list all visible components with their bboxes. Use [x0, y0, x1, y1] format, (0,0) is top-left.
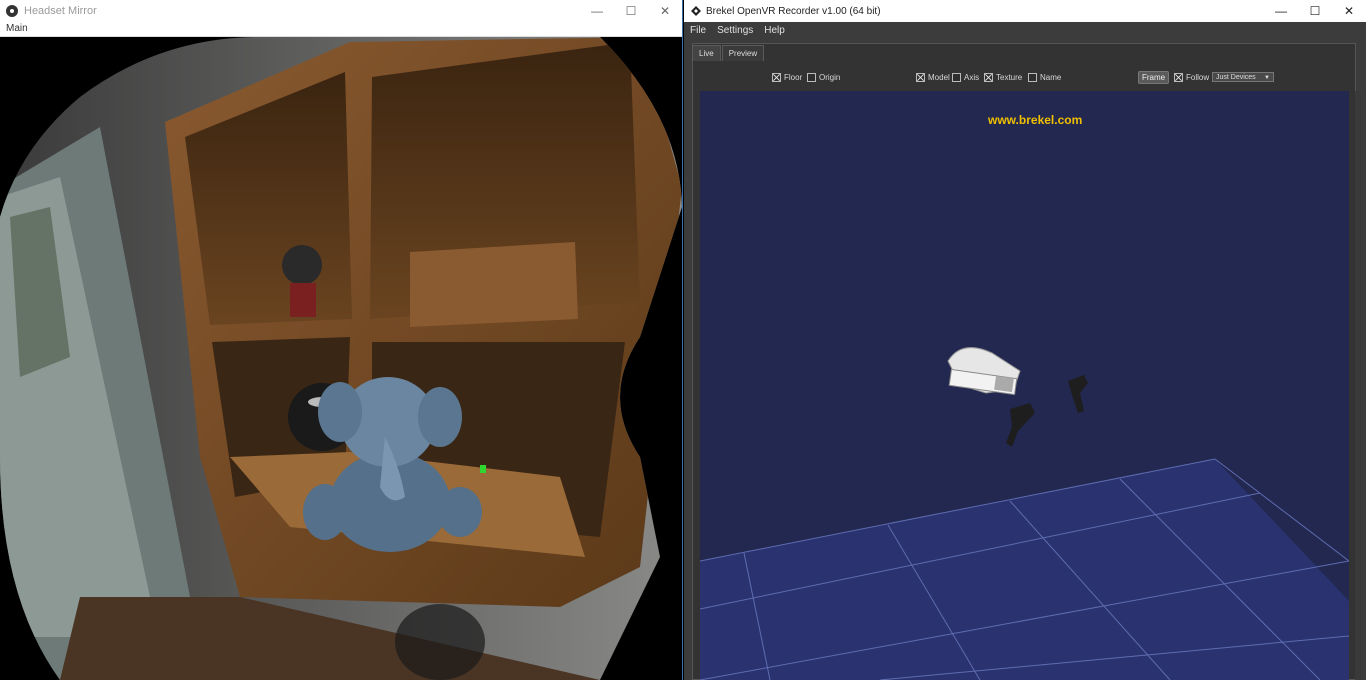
axis-label: Axis: [964, 73, 980, 82]
checkbox-box: [1028, 73, 1037, 82]
close-button[interactable]: ✕: [648, 0, 682, 22]
vr-mirror-view: [0, 37, 682, 680]
model-label: Model: [928, 73, 950, 82]
minimize-button[interactable]: —: [1264, 0, 1298, 22]
3d-scene: www.brekel.com: [700, 91, 1349, 680]
window-title: Brekel OpenVR Recorder v1.00 (64 bit): [706, 5, 881, 17]
maximize-button[interactable]: ☐: [614, 0, 648, 22]
origin-checkbox[interactable]: Origin: [807, 69, 840, 86]
menu-bar: Main: [0, 22, 682, 37]
tab-live[interactable]: Live: [692, 45, 721, 61]
follow-target-dropdown[interactable]: Just Devices ▼: [1212, 72, 1274, 82]
menu-help[interactable]: Help: [764, 25, 785, 36]
view-tabs: Live Preview: [692, 45, 765, 61]
checkbox-box: [916, 73, 925, 82]
menu-file[interactable]: File: [690, 25, 706, 36]
viewport-scrollbar[interactable]: [1355, 91, 1361, 680]
vr-scene-image: [0, 37, 682, 680]
brekel-logo-icon: [691, 6, 701, 16]
checkbox-box: [984, 73, 993, 82]
app-icon: [6, 5, 18, 17]
floor-label: Floor: [784, 73, 803, 82]
maximize-button[interactable]: ☐: [1298, 0, 1332, 22]
model-checkbox[interactable]: Model: [916, 69, 950, 86]
chevron-down-icon: ▼: [1264, 75, 1270, 81]
checkbox-box: [952, 73, 961, 82]
title-bar: Brekel OpenVR Recorder v1.00 (64 bit) — …: [684, 0, 1366, 22]
follow-checkbox[interactable]: Follow: [1174, 69, 1209, 86]
texture-label: Texture: [996, 73, 1023, 82]
checkbox-box: [1174, 73, 1183, 82]
follow-target-value: Just Devices: [1216, 74, 1256, 81]
watermark-text: www.brekel.com: [987, 113, 1082, 127]
minimize-button[interactable]: —: [580, 0, 614, 22]
menu-bar: File Settings Help: [684, 22, 1366, 38]
menu-main[interactable]: Main: [6, 23, 28, 34]
3d-viewport[interactable]: www.brekel.com: [700, 91, 1349, 680]
checkbox-box: [772, 73, 781, 82]
floor-checkbox[interactable]: Floor: [772, 69, 802, 86]
frame-button[interactable]: Frame: [1138, 71, 1170, 84]
texture-checkbox[interactable]: Texture: [984, 69, 1022, 86]
headset-mirror-window: Headset Mirror — ☐ ✕ Main: [0, 0, 683, 680]
tab-preview[interactable]: Preview: [721, 45, 765, 61]
follow-label: Follow: [1186, 73, 1210, 82]
axis-checkbox[interactable]: Axis: [952, 69, 979, 86]
title-bar: Headset Mirror — ☐ ✕: [0, 0, 682, 22]
viewport-toolbar: Floor Origin Model Axis Texture Name Fra…: [692, 69, 1356, 86]
menu-settings[interactable]: Settings: [717, 25, 753, 36]
window-title: Headset Mirror: [24, 5, 97, 17]
name-checkbox[interactable]: Name: [1028, 69, 1061, 86]
checkbox-box: [807, 73, 816, 82]
name-label: Name: [1040, 73, 1062, 82]
origin-label: Origin: [819, 73, 841, 82]
close-button[interactable]: ✕: [1332, 0, 1366, 22]
